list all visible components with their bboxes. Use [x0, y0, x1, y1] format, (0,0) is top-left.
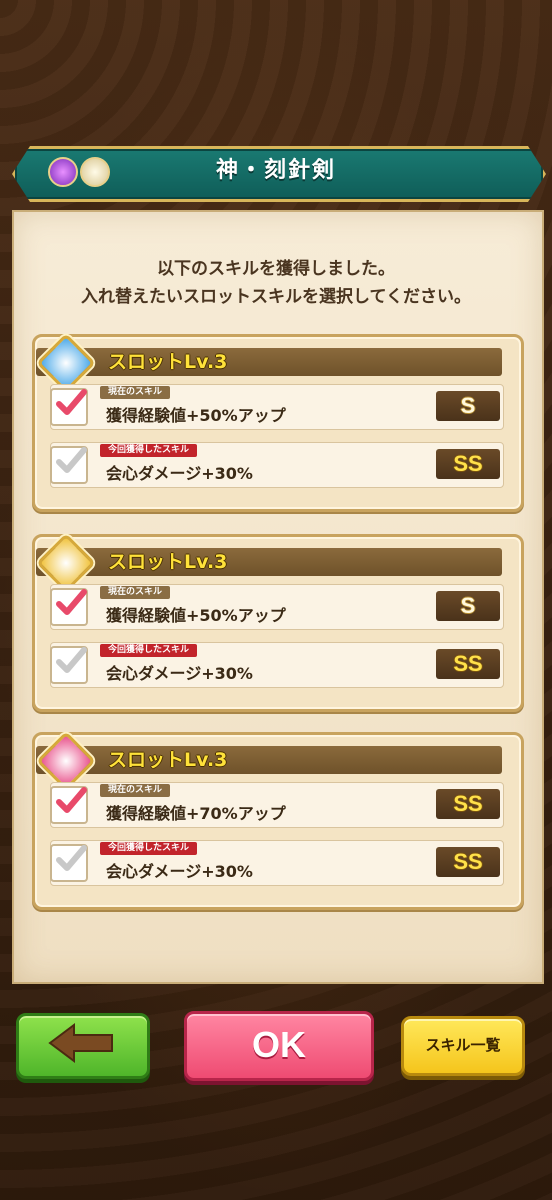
rank-badge: SS — [436, 449, 500, 479]
slot-title: スロットLv.3 — [108, 351, 228, 373]
rank-badge: SS — [436, 649, 500, 679]
weapon-name: 神・刻針剣 — [215, 158, 336, 183]
checkbox-unchecked[interactable] — [50, 446, 88, 484]
skill-name-current: 獲得経験値+50%アップ — [106, 406, 286, 425]
skill-name-new: 会心ダメージ+30% — [106, 862, 253, 881]
checkbox-checked[interactable] — [50, 388, 88, 426]
arrow-left-icon — [48, 1023, 113, 1063]
checkbox-unchecked[interactable] — [50, 646, 88, 684]
rank-badge: S — [436, 591, 500, 621]
checkbox-checked[interactable] — [50, 786, 88, 824]
ok-button[interactable]: OK — [184, 1011, 374, 1081]
skill-tag-current: 現在のスキル — [100, 586, 171, 599]
back-button[interactable] — [16, 1013, 150, 1079]
rank-badge: S — [436, 391, 500, 421]
instruction-line-1: 以下のスキルを獲得しました。 — [157, 259, 395, 279]
rank-badge: SS — [436, 789, 500, 819]
skill-list-button[interactable]: スキル一覧 — [401, 1016, 525, 1076]
instruction-text: 以下のスキルを獲得しました。 入れ替えたいスロットスキルを選択してください。 — [12, 255, 540, 311]
instruction-line-2: 入れ替えたいスロットスキルを選択してください。 — [81, 287, 471, 307]
slot-title: スロットLv.3 — [108, 749, 228, 771]
skill-tag-new: 今回獲得したスキル — [100, 444, 198, 457]
slot-header — [36, 746, 502, 774]
slot-title: スロットLv.3 — [108, 551, 228, 573]
rank-badge: SS — [436, 847, 500, 877]
skill-tag-current: 現在のスキル — [100, 386, 171, 399]
skill-name-current: 獲得経験値+50%アップ — [106, 606, 286, 625]
skill-tag-current: 現在のスキル — [100, 784, 171, 797]
slot-header — [36, 548, 502, 576]
checkbox-checked[interactable] — [50, 588, 88, 626]
skill-name-current: 獲得経験値+70%アップ — [106, 804, 286, 823]
checkbox-unchecked[interactable] — [50, 844, 88, 882]
skill-name-new: 会心ダメージ+30% — [106, 664, 253, 683]
skill-tag-new: 今回獲得したスキル — [100, 842, 198, 855]
skill-name-new: 会心ダメージ+30% — [106, 464, 253, 483]
slot-header — [36, 348, 502, 376]
skill-tag-new: 今回獲得したスキル — [100, 644, 198, 657]
